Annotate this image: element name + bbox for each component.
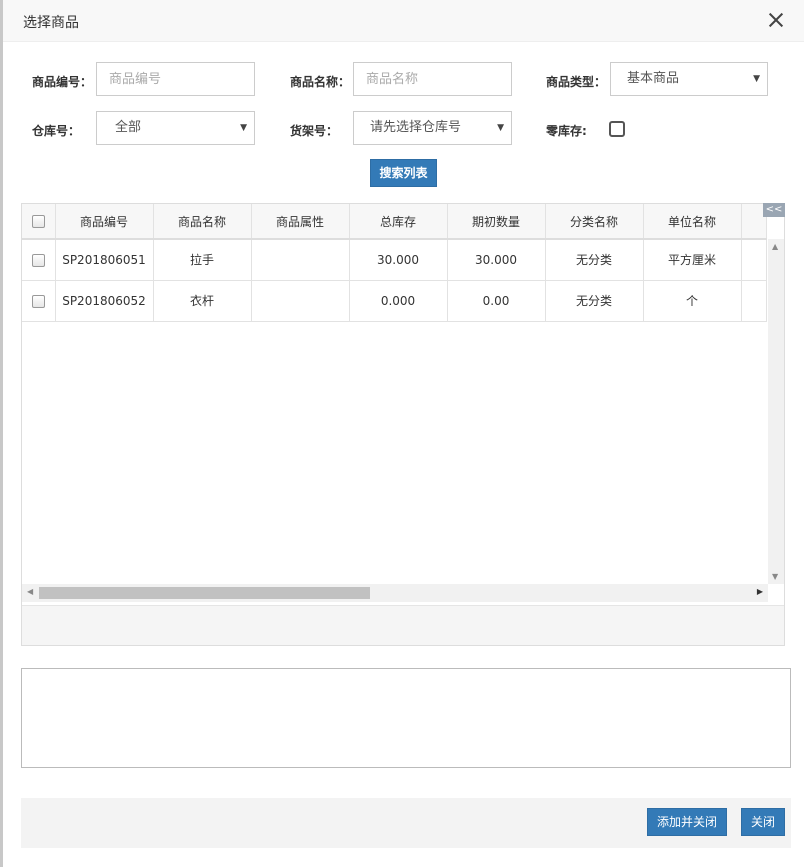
zero-stock-checkbox[interactable] [609, 121, 625, 137]
cell-unit: 平方厘米 [643, 239, 742, 281]
column-header[interactable]: 商品编号 [55, 204, 154, 240]
cell-code: SP201806052 [55, 280, 154, 322]
column-header[interactable]: 单位名称 [643, 204, 742, 240]
cell-unit: 个 [643, 280, 742, 322]
scroll-up-icon[interactable]: ▲ [772, 242, 778, 251]
product-code-input[interactable] [96, 62, 255, 96]
chevron-down-icon: ▼ [753, 74, 760, 84]
add-and-close-button[interactable]: 添加并关闭 [647, 808, 727, 836]
product-table: 商品编号 商品名称 商品属性 总库存 期初数量 分类名称 单位名称 SP2018… [22, 204, 767, 322]
cell-stock: 30.000 [349, 239, 448, 281]
warehouse-select[interactable]: 全部 ▼ [96, 111, 255, 145]
select-all-checkbox[interactable] [31, 215, 45, 228]
dialog-footer: 添加并关闭 关闭 [21, 798, 791, 848]
cell-name: 拉手 [153, 239, 252, 281]
column-header[interactable]: 总库存 [349, 204, 448, 240]
vertical-scrollbar[interactable]: ▲ ▼ [768, 239, 784, 584]
column-header[interactable]: 期初数量 [447, 204, 546, 240]
shelf-select[interactable]: 请先选择仓库号 ▼ [353, 111, 512, 145]
scroll-down-icon[interactable]: ▼ [772, 572, 778, 581]
search-list-button[interactable]: 搜索列表 [370, 159, 437, 187]
product-grid: 商品编号 商品名称 商品属性 总库存 期初数量 分类名称 单位名称 SP2018… [21, 203, 785, 646]
cell-stock: 0.000 [349, 280, 448, 322]
cell-name: 衣杆 [153, 280, 252, 322]
chevron-down-icon: ▼ [497, 123, 504, 133]
cell-attr [251, 280, 350, 322]
cell-initial: 0.00 [447, 280, 546, 322]
product-code-label: 商品编号： [32, 75, 93, 89]
shelf-label: 货架号： [290, 124, 339, 138]
cell-code: SP201806051 [55, 239, 154, 281]
select-product-dialog: 选择商品 商品编号： 商品名称： 商品类型： 基本商品 ▼ 仓库号： 全部 ▼ … [0, 0, 804, 867]
product-name-label: 商品名称： [290, 75, 351, 89]
cell-attr [251, 239, 350, 281]
table-row[interactable]: SP201806051 拉手 30.000 30.000 无分类 平方厘米 [22, 239, 767, 281]
column-header[interactable]: 分类名称 [545, 204, 644, 240]
horizontal-scrollbar[interactable]: ◀ ▶ [22, 584, 768, 602]
dialog-titlebar: 选择商品 [3, 0, 804, 42]
dialog-title: 选择商品 [23, 15, 79, 31]
chevron-down-icon: ▼ [240, 123, 247, 133]
select-all-cell [22, 204, 56, 240]
collapse-grid-button[interactable]: << [763, 203, 785, 217]
shelf-value: 请先选择仓库号 [370, 120, 462, 135]
warehouse-label: 仓库号： [32, 124, 81, 138]
column-header[interactable]: 商品属性 [251, 204, 350, 240]
product-type-value: 基本商品 [627, 71, 680, 86]
close-icon[interactable] [766, 10, 786, 30]
horizontal-scroll-thumb[interactable] [39, 587, 370, 599]
selected-items-box[interactable] [21, 668, 791, 768]
warehouse-value: 全部 [115, 120, 142, 135]
cell-category: 无分类 [545, 280, 644, 322]
grid-pager [22, 605, 784, 645]
table-row[interactable]: SP201806052 衣杆 0.000 0.00 无分类 个 [22, 280, 767, 322]
product-name-input[interactable] [353, 62, 512, 96]
scroll-left-icon[interactable]: ◀ [27, 587, 33, 596]
product-type-label: 商品类型： [546, 75, 607, 89]
product-type-select[interactable]: 基本商品 ▼ [610, 62, 768, 96]
cell-initial: 30.000 [447, 239, 546, 281]
cell-category: 无分类 [545, 239, 644, 281]
column-header[interactable]: 商品名称 [153, 204, 252, 240]
table-header-row: 商品编号 商品名称 商品属性 总库存 期初数量 分类名称 单位名称 [22, 204, 767, 240]
close-button[interactable]: 关闭 [741, 808, 785, 836]
row-checkbox[interactable] [31, 294, 45, 308]
scroll-right-icon[interactable]: ▶ [757, 587, 763, 596]
zero-stock-label: 零库存: [546, 124, 587, 138]
row-checkbox[interactable] [31, 253, 45, 267]
